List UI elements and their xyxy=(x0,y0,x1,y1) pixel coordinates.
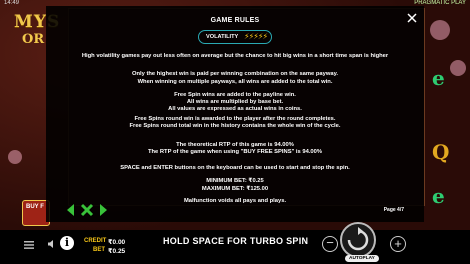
lightning-bolt-icon: ⚡⚡⚡⚡⚡ xyxy=(244,32,268,41)
rules-text-volatility: High volatility games pay out less often… xyxy=(81,53,389,59)
rules-text: When winning on multiple payways, all wi… xyxy=(137,79,333,85)
spin-arrows-icon xyxy=(347,227,369,251)
increase-bet-button[interactable]: + xyxy=(390,236,406,252)
reel-symbol-q: Q xyxy=(432,140,450,164)
rules-text: Free Spins round win is awarded to the p… xyxy=(134,116,336,122)
reel-symbol-e: e xyxy=(432,66,445,90)
game-rules-panel: GAME RULES VOLATILITY ⚡⚡⚡⚡⚡ High volatil… xyxy=(46,6,424,222)
info-icon[interactable]: i xyxy=(60,236,74,250)
clock: 14:49 xyxy=(4,0,20,6)
rules-text: All values are expressed as actual wins … xyxy=(168,106,302,112)
rules-text: All wins are multiplied by base bet. xyxy=(186,99,284,105)
min-bet-text: MINIMUM BET: ₹0.25 xyxy=(206,178,264,184)
page-navigation xyxy=(67,203,107,217)
blossom-decoration xyxy=(450,60,466,76)
rules-text: Free Spins round total win in the histor… xyxy=(129,123,341,129)
chevron-left-icon[interactable] xyxy=(67,204,74,216)
rules-title: GAME RULES xyxy=(210,17,260,24)
rules-text: Free Spin wins are added to the payline … xyxy=(174,92,296,98)
rtp-text: The theoretical RTP of this game is 94.0… xyxy=(176,142,294,148)
autoplay-button[interactable]: AUTOPLAY xyxy=(345,255,379,262)
page-indicator: Page 4/7 xyxy=(383,207,404,213)
volatility-label: VOLATILITY xyxy=(206,34,239,40)
blossom-decoration xyxy=(8,150,22,164)
rtp-buy-text: The RTP of the game when using "BUY FREE… xyxy=(147,149,323,155)
reel-symbol-partial: e xyxy=(432,184,445,208)
game-logo-sub: OR xyxy=(22,32,45,47)
blossom-decoration xyxy=(430,20,450,40)
decrease-bet-button[interactable]: − xyxy=(322,236,338,252)
credit-value: ₹0.00 xyxy=(108,239,126,246)
turbo-spin-message: HOLD SPACE FOR TURBO SPIN xyxy=(163,236,309,246)
close-icon[interactable] xyxy=(406,12,418,24)
volatility-indicator: VOLATILITY ⚡⚡⚡⚡⚡ xyxy=(198,30,272,44)
sound-icon[interactable] xyxy=(47,239,57,249)
max-bet-text: MAXIMUM BET: ₹125.00 xyxy=(201,186,269,192)
credit-label: CREDIT xyxy=(84,238,107,244)
menu-icon[interactable] xyxy=(24,241,34,249)
bet-label: BET xyxy=(93,247,105,253)
rules-text: Only the highest win is paid per winning… xyxy=(131,71,339,77)
spin-button[interactable] xyxy=(340,222,376,258)
bet-value: ₹0.25 xyxy=(108,248,126,255)
close-x-icon[interactable] xyxy=(80,203,94,217)
chevron-right-icon[interactable] xyxy=(100,204,107,216)
keyboard-text: SPACE and ENTER buttons on the keyboard … xyxy=(120,165,350,171)
